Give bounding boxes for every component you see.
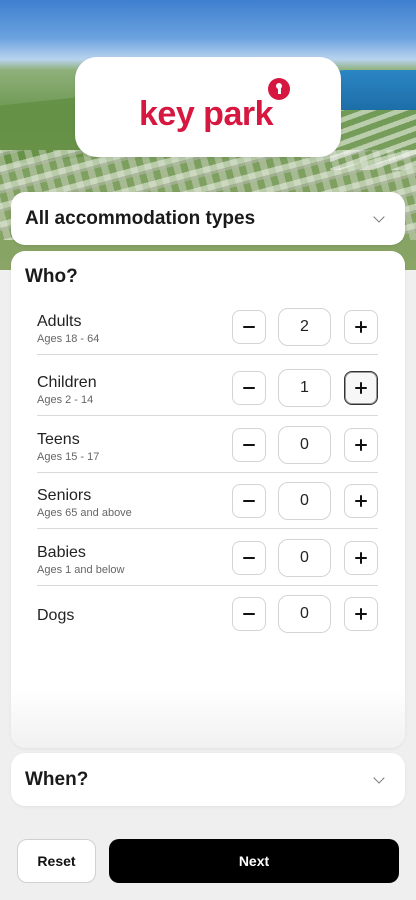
guest-row-adults: Adults Ages 18 - 64 2 — [37, 299, 378, 355]
guest-name: Children — [37, 374, 97, 391]
plus-icon — [355, 608, 367, 620]
dogs-decrement-button[interactable] — [232, 597, 266, 631]
children-decrement-button[interactable] — [232, 371, 266, 405]
plus-icon — [355, 382, 367, 394]
plus-icon — [355, 321, 367, 333]
guest-row-babies: Babies Ages 1 and below 0 — [37, 530, 378, 586]
dogs-increment-button[interactable] — [344, 597, 378, 631]
adults-count: 2 — [278, 308, 331, 346]
guest-row-children: Children Ages 2 - 14 1 — [37, 360, 378, 416]
guest-name: Adults — [37, 313, 82, 330]
babies-count: 0 — [278, 539, 331, 577]
seniors-count: 0 — [278, 482, 331, 520]
plus-icon — [355, 552, 367, 564]
minus-icon — [243, 499, 255, 503]
guest-name: Seniors — [37, 487, 92, 504]
chevron-down-icon — [373, 210, 385, 223]
logo: key park — [139, 94, 274, 133]
dogs-count: 0 — [278, 595, 331, 633]
next-button[interactable]: Next — [109, 839, 399, 883]
guest-row-seniors: Seniors Ages 65 and above 0 — [37, 473, 378, 529]
seniors-increment-button[interactable] — [344, 484, 378, 518]
minus-icon — [243, 443, 255, 447]
plus-icon — [355, 495, 367, 507]
guest-name: Teens — [37, 431, 80, 448]
babies-increment-button[interactable] — [344, 541, 378, 575]
children-count: 1 — [278, 369, 331, 407]
minus-icon — [243, 325, 255, 329]
plus-icon — [355, 439, 367, 451]
minus-icon — [243, 612, 255, 616]
guest-ages: Ages 2 - 14 — [37, 394, 94, 406]
minus-icon — [243, 556, 255, 560]
teens-count: 0 — [278, 426, 331, 464]
guest-name: Dogs — [37, 607, 75, 624]
when-select[interactable]: When? — [11, 753, 405, 806]
teens-increment-button[interactable] — [344, 428, 378, 462]
guest-ages: Ages 18 - 64 — [37, 333, 100, 345]
guest-name: Babies — [37, 544, 86, 561]
when-title: When? — [25, 768, 89, 790]
guest-ages: Ages 1 and below — [37, 564, 125, 576]
accommodation-type-label: All accommodation types — [25, 207, 256, 229]
babies-decrement-button[interactable] — [232, 541, 266, 575]
seniors-decrement-button[interactable] — [232, 484, 266, 518]
logo-card: key park — [75, 57, 341, 157]
minus-icon — [243, 386, 255, 390]
accommodation-type-select[interactable]: All accommodation types — [11, 192, 405, 245]
adults-increment-button[interactable] — [344, 310, 378, 344]
adults-decrement-button[interactable] — [232, 310, 266, 344]
guest-ages: Ages 15 - 17 — [37, 451, 100, 463]
children-increment-button[interactable] — [344, 371, 378, 405]
guest-row-dogs: Dogs 0 — [37, 586, 378, 642]
who-panel: Who? Adults Ages 18 - 64 2 Children Ages… — [11, 251, 405, 748]
hero-caravans-far — [330, 110, 416, 170]
chevron-down-icon — [373, 771, 385, 784]
keyhole-icon — [268, 78, 290, 100]
guest-row-teens: Teens Ages 15 - 17 0 — [37, 417, 378, 473]
who-title: Who? — [25, 266, 78, 287]
reset-button[interactable]: Reset — [17, 839, 96, 883]
teens-decrement-button[interactable] — [232, 428, 266, 462]
guest-ages: Ages 65 and above — [37, 507, 132, 519]
